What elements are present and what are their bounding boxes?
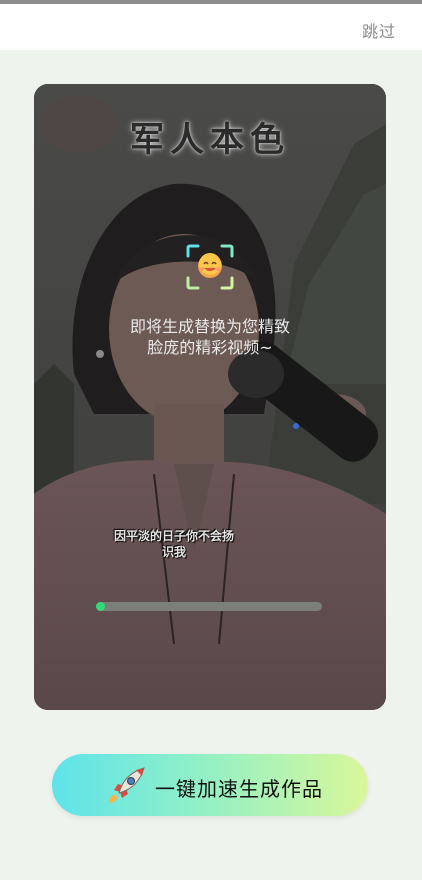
face-scan-icon xyxy=(186,244,234,290)
generation-progress-bar xyxy=(96,602,322,611)
skip-button[interactable]: 跳过 xyxy=(362,18,396,42)
speed-up-generate-label: 一键加速生成作品 xyxy=(155,777,323,801)
speed-up-generate-button[interactable]: 一键加速生成作品 xyxy=(52,754,368,816)
video-subtitle: 因平淡的日子你不会扬 识我 xyxy=(94,528,254,560)
hint-line-2: 脸庞的精彩视频~ xyxy=(147,338,273,357)
video-frame xyxy=(34,84,386,710)
subtitle-line-2: 识我 xyxy=(161,545,186,559)
video-overlay-title: 军人本色 xyxy=(130,120,290,160)
top-bar: 跳过 xyxy=(0,4,422,50)
progress-fill xyxy=(96,602,105,611)
video-preview: 军人本色 即将生成替换为您精致 脸庞的精彩视频~ 因平淡的日子你不会扬 识我 xyxy=(34,84,386,710)
generation-hint: 即将生成替换为您精致 脸庞的精彩视频~ xyxy=(74,316,346,358)
subtitle-line-1: 因平淡的日子你不会扬 xyxy=(113,529,234,543)
rocket-icon xyxy=(108,767,145,804)
hint-line-1: 即将生成替换为您精致 xyxy=(129,317,290,336)
